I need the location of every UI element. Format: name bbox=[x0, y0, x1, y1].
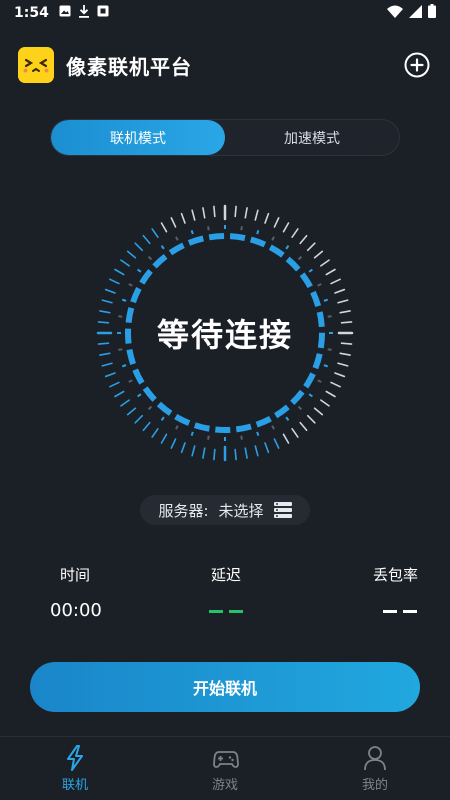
stat-latency-value: – – bbox=[156, 599, 296, 623]
bottom-nav: 联机 游戏 我的 bbox=[0, 736, 450, 800]
status-time: 1:54 bbox=[14, 5, 49, 21]
app-header: 像素联机平台 bbox=[0, 42, 450, 88]
signal-icon bbox=[409, 4, 422, 22]
download-icon bbox=[78, 4, 89, 22]
tab-accelerate-mode[interactable]: 加速模式 bbox=[225, 120, 399, 155]
stats-panel: 时间 00:00 延迟 – – 丢包率 – – bbox=[0, 563, 450, 633]
stat-packet-loss: 丢包率 – – bbox=[306, 563, 446, 623]
battery-icon bbox=[428, 4, 436, 22]
app-logo bbox=[18, 47, 54, 83]
tab-online-mode[interactable]: 联机模式 bbox=[51, 120, 225, 155]
stat-latency-title: 延迟 bbox=[210, 566, 241, 584]
stat-time-title: 时间 bbox=[60, 566, 91, 584]
person-icon bbox=[363, 745, 387, 771]
stat-time: 时间 00:00 bbox=[6, 563, 146, 623]
nav-item-label: 游戏 bbox=[211, 777, 238, 793]
server-label: 服务器: bbox=[158, 501, 209, 520]
server-selector[interactable]: 服务器: 未选择 bbox=[140, 495, 310, 525]
stat-packet-loss-value: – – bbox=[306, 599, 446, 623]
nav-item-mine[interactable]: 我的 bbox=[300, 737, 450, 800]
connection-status: 等待连接 bbox=[156, 316, 293, 354]
nav-item-label: 联机 bbox=[61, 777, 88, 793]
nav-item-label: 我的 bbox=[361, 777, 388, 793]
wifi-icon bbox=[387, 5, 403, 22]
stat-time-value: 00:00 bbox=[50, 600, 102, 621]
stat-latency: 延迟 – – bbox=[156, 563, 296, 623]
server-list-icon bbox=[273, 502, 292, 518]
lightning-icon bbox=[63, 744, 87, 771]
nav-item-games[interactable]: 游戏 bbox=[150, 737, 300, 800]
status-bar: 1:54 bbox=[0, 0, 450, 26]
gamepad-icon bbox=[213, 745, 239, 771]
nav-item-online[interactable]: 联机 bbox=[0, 737, 150, 800]
app-title: 像素联机平台 bbox=[66, 54, 192, 79]
app-icon bbox=[97, 5, 109, 21]
stat-packet-loss-title: 丢包率 bbox=[372, 566, 418, 584]
plus-circle-icon[interactable] bbox=[402, 50, 432, 80]
start-connect-button[interactable]: 开始联机 bbox=[30, 662, 420, 712]
image-icon bbox=[59, 5, 71, 21]
server-value: 未选择 bbox=[218, 501, 264, 520]
mode-toggle: 联机模式 加速模式 bbox=[50, 119, 400, 156]
